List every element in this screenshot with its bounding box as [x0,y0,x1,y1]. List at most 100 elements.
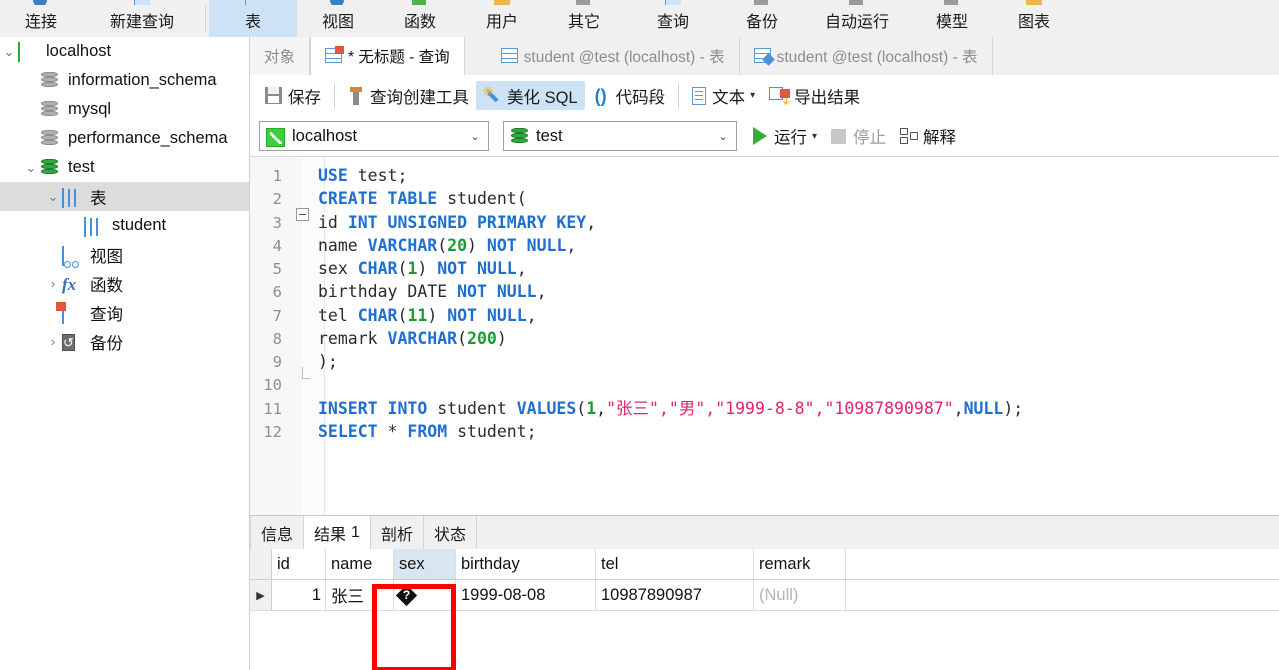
code-line: 4 name VARCHAR(20) NOT NULL, [250,234,1279,257]
editor-tab-2[interactable]: * 无标题 - 查询 [310,37,465,75]
tree-item-label: 备份 [90,334,123,353]
menu-item-11[interactable]: 模型 [911,0,993,37]
editor-tab-1[interactable]: 对象 [250,37,311,75]
result-tab-信息[interactable]: 信息 [250,516,305,549]
chart-icon [1026,0,1042,5]
text-view-button[interactable]: 文本 ▾ [685,81,762,110]
garbled-character-icon [395,584,418,606]
tree-item-表[interactable]: ⌄ 表 [0,182,249,211]
chevron-right-icon[interactable]: › [44,277,62,290]
grid-column-header-name[interactable]: name [326,549,394,579]
chevron-down-icon[interactable]: ⌄ [44,190,62,203]
editor-tab-label: * 无标题 - 查询 [348,49,450,66]
connection-select[interactable]: localhost ⌄ [259,121,489,151]
menu-item-6[interactable]: 用户 [461,0,543,37]
menu-item-2[interactable]: 新建查询 [82,0,202,37]
code-line: 6 birthday DATE NOT NULL, [250,280,1279,303]
chevron-down-icon[interactable]: ▾ [750,90,755,101]
result-grid[interactable]: . id name sex birthday tel remark ▶ 1 张三 1999-08-0… [250,549,1279,670]
result-tab-label: 状态 [433,526,466,544]
menu-item-label: 连接 [24,14,57,31]
grid-column-header-tel[interactable]: tel [596,549,754,579]
save-icon [265,87,282,104]
grid-column-header-id[interactable]: id [272,549,326,579]
tree-item-函数[interactable]: › fx 函数 [0,269,249,298]
code-line: 10 [250,374,1279,397]
chevron-down-icon[interactable]: ▾ [812,131,817,142]
code-snippet-button[interactable]: () 代码段 [585,81,673,110]
table-grid-icon [500,47,518,65]
export-result-label: 导出结果 [794,88,861,107]
database-select[interactable]: test ⌄ [503,121,737,151]
grid-cell-id[interactable]: 1 [272,580,326,610]
save-button[interactable]: 保存 [258,81,328,110]
tree-item-test[interactable]: ⌄ test [0,153,249,182]
menu-item-4[interactable]: 视图 [297,0,379,37]
grid-data-row[interactable]: ▶ 1 张三 1999-08-08 10987890987 (Null) [250,580,1279,611]
grid-cell-birthday[interactable]: 1999-08-08 [456,580,596,610]
chevron-down-icon[interactable]: ⌄ [0,45,18,58]
grid-cell-name[interactable]: 张三 [326,580,394,610]
run-button[interactable]: 运行 ▾ [753,124,817,148]
menu-item-1[interactable]: 连接 [0,0,82,37]
menu-item-5[interactable]: 函数 [379,0,461,37]
editor-tab-3[interactable]: student @test (localhost) - 表 [486,37,740,75]
export-result-button[interactable]: ⤵ 导出结果 [762,81,867,110]
menu-item-8[interactable]: 查询 [625,0,721,37]
editor-tab-label: student @test (localhost) - 表 [523,49,725,66]
query-builder-button[interactable]: 查询创建工具 [341,81,476,110]
explain-button[interactable]: 解释 [900,124,956,148]
sql-code-area[interactable]: 1 USE test; 2 CREATE TABLE student(3 id INT … [250,157,1279,554]
chevron-down-icon[interactable]: ⌄ [710,130,736,143]
sql-editor[interactable]: 1 USE test; 2 CREATE TABLE student(3 id INT … [250,156,1279,554]
grid-cell-sex[interactable] [394,580,456,610]
explain-button-label: 解释 [923,129,957,147]
table-grid-icon [84,216,106,237]
tree-item-performance_schema[interactable]: · performance_schema [0,124,249,153]
result-tab-结果[interactable]: 结果 1 [304,516,371,550]
tree-item-查询[interactable]: ·查询 [0,298,249,327]
grid-column-header-birthday[interactable]: birthday [456,549,596,579]
menu-item-10[interactable]: 自动运行 [803,0,911,37]
result-tab-剖析[interactable]: 剖析 [370,516,424,549]
tree-item-student[interactable]: · student [0,211,249,240]
beautify-sql-button[interactable]: 美化 SQL [476,81,585,110]
grid-column-header-sex[interactable]: sex [394,549,456,579]
chevron-down-icon[interactable]: ⌄ [22,161,40,174]
tree-item-视图[interactable]: · 视图 [0,240,249,269]
grid-column-header-label: id [277,554,290,573]
chevron-down-icon[interactable]: ⌄ [462,130,488,143]
tree-item-information_schema[interactable]: · information_schema [0,66,249,95]
editor-tab-4[interactable]: student @test (localhost) - 表 [739,37,993,75]
tree-item-mysql[interactable]: · mysql [0,95,249,124]
menu-item-7[interactable]: 其它 [543,0,625,37]
result-tab-状态[interactable]: 状态 [423,516,477,549]
grid-cell-value: 1 [311,585,321,604]
grid-cell-remark[interactable]: (Null) [754,580,846,610]
backup-disk-icon: ↺ [62,333,75,351]
menu-item-label: 新建查询 [109,14,174,31]
grid-column-header-remark[interactable]: remark [754,549,846,579]
tree-item-localhost[interactable]: ⌄ localhost [0,37,249,66]
grid-column-header-label: birthday [461,554,520,573]
tree-item-label: 查询 [90,305,123,324]
new-query-icon [134,0,150,5]
table-edit-icon [753,47,775,67]
menu-item-3[interactable]: 表 [209,0,297,37]
code-text: ); [318,352,338,372]
stop-button-label: 停止 [853,129,887,147]
results-tabstrip[interactable]: 信息 结果 1 剖析 状态 [250,516,1279,550]
menu-item-9[interactable]: 备份 [721,0,803,37]
fx-icon: fx [62,274,77,294]
editor-tabstrip[interactable]: 对象 * 无标题 - 查询 student @test (localhost) - … [250,37,1279,76]
backup-icon [754,0,770,5]
stop-button: 停止 [831,124,886,148]
object-tree-sidebar[interactable]: ⌄ localhost · information_schema · mysql · perf… [0,37,250,670]
menubar-separator [205,6,206,32]
grid-cell-tel[interactable]: 10987890987 [596,580,754,610]
chevron-right-icon[interactable]: › [44,335,62,348]
menu-item-12[interactable]: 图表 [993,0,1075,37]
tree-item-备份[interactable]: › ↺ 备份 [0,327,249,356]
menu-item-label: 用户 [485,14,518,31]
menu-item-label: 其它 [567,14,600,31]
